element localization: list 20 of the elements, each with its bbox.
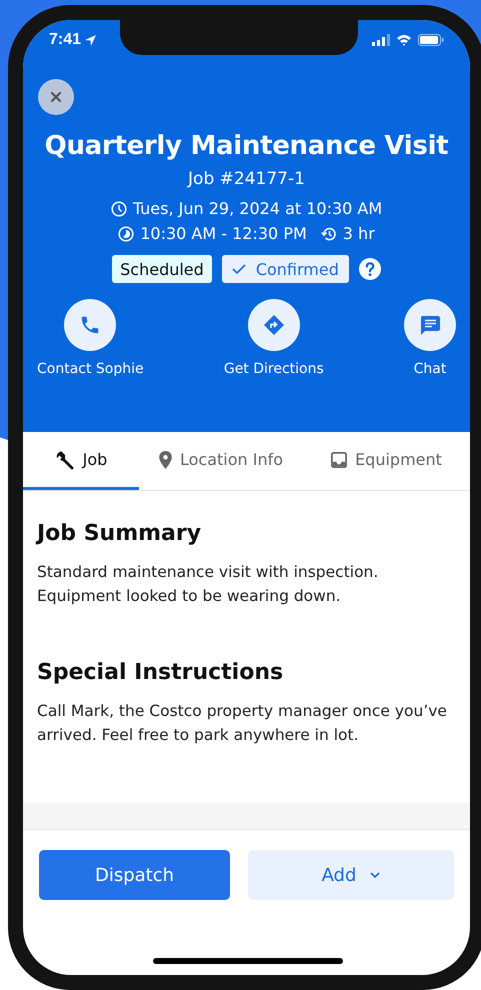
duration: 3 hr [342, 224, 375, 243]
action-label: Chat [414, 361, 446, 377]
section-heading: Job Summary [37, 521, 202, 546]
dispatch-button[interactable]: Dispatch [39, 850, 230, 900]
section-heading: Special Instructions [37, 660, 284, 685]
action-label: Get Directions [224, 361, 324, 377]
section-text: Standard maintenance visit with inspection. Equipment looked to be wearing down. [37, 562, 380, 607]
add-dropdown-button[interactable]: Add [248, 850, 454, 900]
status-badge: Scheduled [112, 255, 212, 283]
tab[interactable]: Equipment [303, 432, 470, 490]
job-date: Tues, Jun 29, 2024 at 10:30 AM [132, 199, 382, 218]
badge-label: Confirmed [256, 260, 339, 278]
job-number: Job #24177-1 [188, 169, 305, 189]
status-time: 7:41 [49, 31, 82, 49]
tab[interactable]: Job [23, 432, 139, 490]
section-text: Call Mark, the Costco property manager once you’ve arrived. Feel free to park anywhere in lot. [37, 701, 448, 746]
tab[interactable]: Location Info [139, 432, 303, 490]
action-label: Contact Sophie [37, 361, 144, 377]
job-title: Quarterly Maintenance Visit [44, 131, 448, 161]
time-range: 10:30 AM - 12:30 PM [140, 224, 307, 243]
